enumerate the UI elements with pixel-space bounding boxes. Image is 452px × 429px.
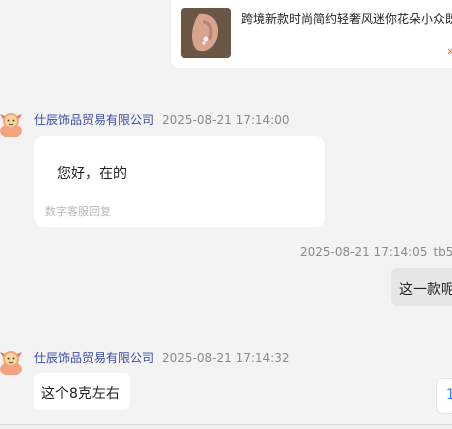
product-title[interactable]: 跨境新款时尚简约轻奢风迷你花朵小众既 <box>241 10 452 27</box>
avatar[interactable] <box>0 349 23 376</box>
message-meta: 仕辰饰品贸易有限公司 2025-08-21 17:14:32 <box>34 349 289 366</box>
message-meta: 仕辰饰品贸易有限公司 2025-08-21 17:14:00 <box>34 111 289 128</box>
divider <box>0 424 452 425</box>
earring-photo-icon <box>181 8 231 58</box>
avatar[interactable] <box>0 111 23 138</box>
message-text: 您好，在的 <box>57 166 127 182</box>
message-bubble: 这个8克左右 <box>34 373 130 410</box>
timestamp: 2025-08-21 17:14:32 <box>162 351 290 365</box>
product-link-icon[interactable]: » <box>447 44 452 58</box>
shop-avatar-icon <box>0 351 22 376</box>
sender-name[interactable]: 仕辰饰品贸易有限公司 <box>34 351 154 365</box>
message-text: 这个8克左右 <box>41 386 120 402</box>
timestamp: 2025-08-21 17:14:05 <box>300 245 428 259</box>
sender-name[interactable]: 仕辰饰品贸易有限公司 <box>34 113 154 127</box>
message-text: 这一款呢 <box>399 282 452 298</box>
unread-count-badge[interactable]: 1 <box>436 378 452 414</box>
message-bubble: 您好，在的 数字客服回复 <box>34 136 325 227</box>
message-bubble-right: 这一款呢 <box>391 268 452 306</box>
product-thumbnail[interactable] <box>181 8 231 58</box>
shop-avatar-icon <box>0 113 22 138</box>
message-meta-right: 2025-08-21 17:14:05 tb540 <box>300 245 452 259</box>
unread-count: 1 <box>446 387 452 403</box>
user-name: tb540 <box>433 245 452 259</box>
timestamp: 2025-08-21 17:14:00 <box>162 113 290 127</box>
message-source-label: 数字客服回复 <box>45 205 111 218</box>
product-card[interactable]: 跨境新款时尚简约轻奢风迷你花朵小众既 » <box>171 0 452 68</box>
